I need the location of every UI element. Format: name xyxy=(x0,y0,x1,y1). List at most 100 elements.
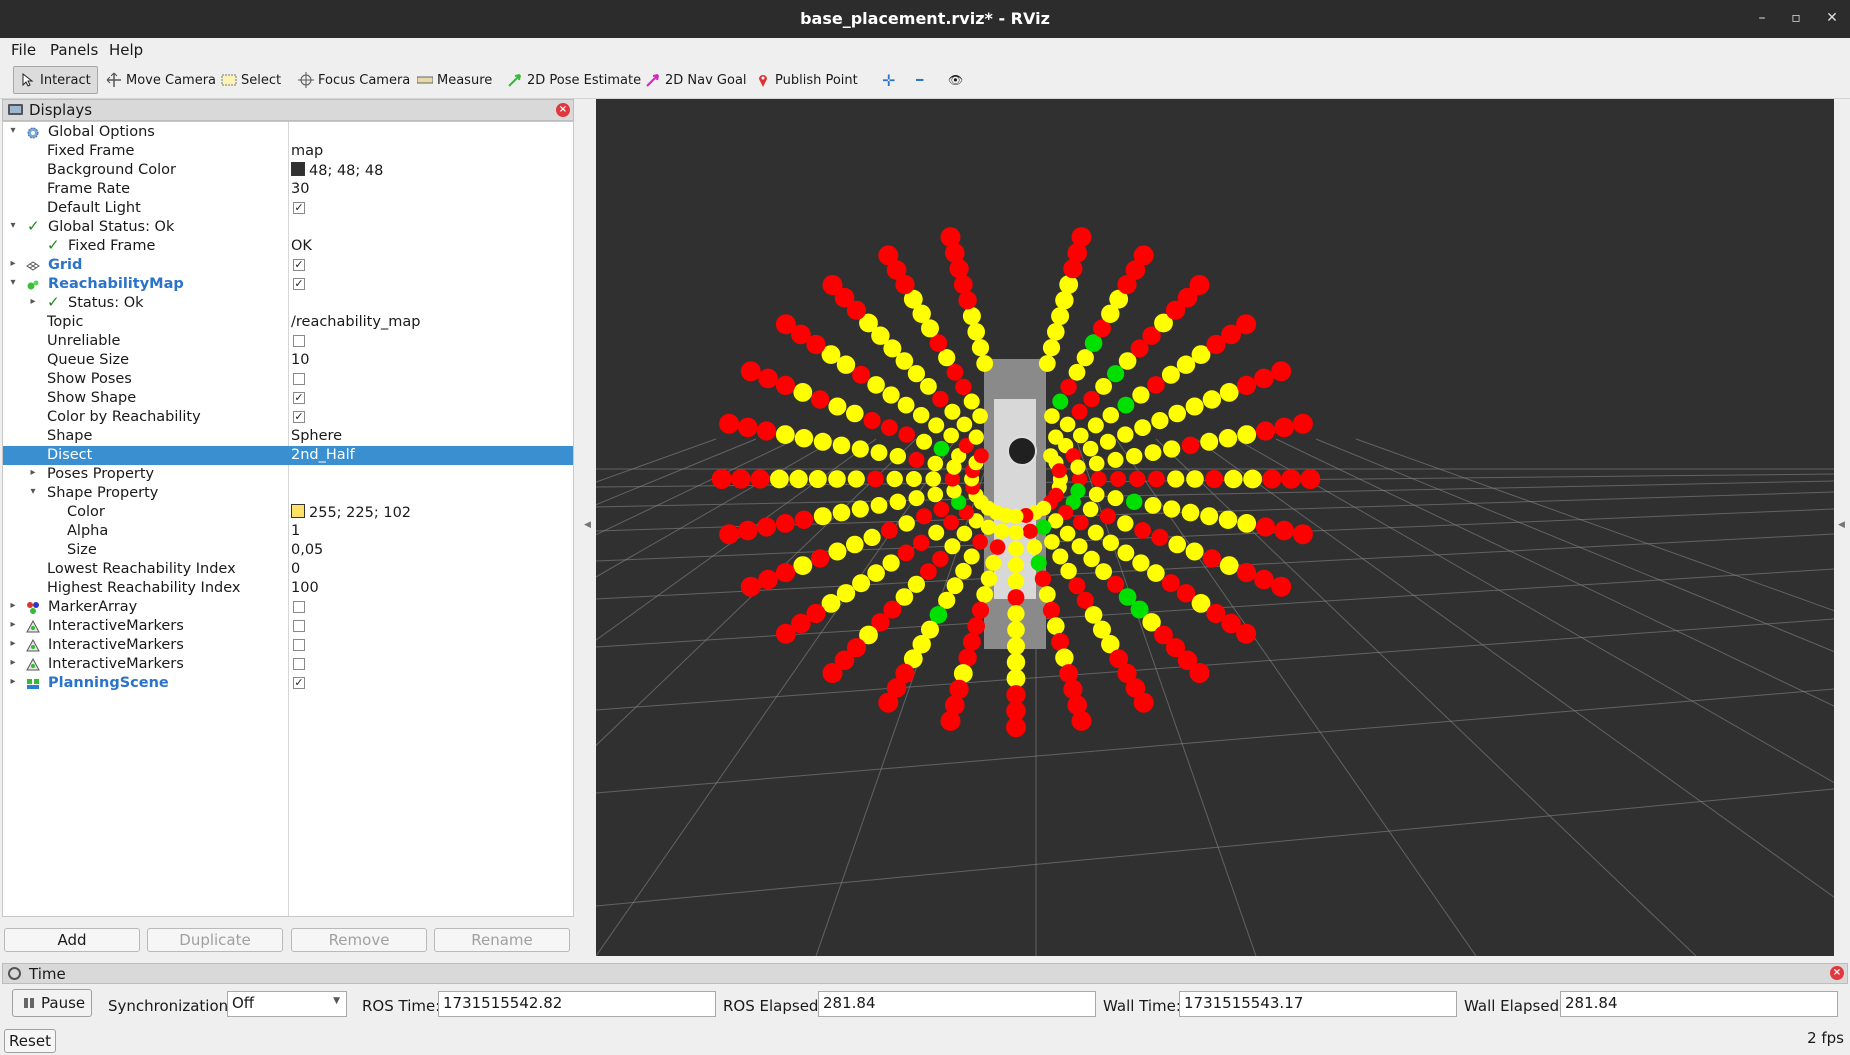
frame-rate-value[interactable]: 30 xyxy=(291,181,309,197)
tree-row-alpha[interactable]: Alpha 1 xyxy=(3,522,573,541)
unreliable-checkbox[interactable] xyxy=(293,335,305,347)
expand-down-icon[interactable]: ▾ xyxy=(7,277,19,288)
tree-row-background-color[interactable]: Background Color 48; 48; 48 xyxy=(3,161,573,180)
close-displays-icon[interactable]: × xyxy=(556,103,570,117)
tree-row-disect[interactable]: Disect 2nd_Half xyxy=(3,446,573,465)
interactive-markers-checkbox[interactable] xyxy=(293,639,305,651)
minimize-button[interactable]: – xyxy=(1752,10,1772,26)
tree-row-poses-property[interactable]: ▸ Poses Property xyxy=(3,465,573,484)
tree-row-planning-scene[interactable]: ▸ PlanningScene ✓ xyxy=(3,674,573,693)
color-by-reachability-checkbox[interactable]: ✓ xyxy=(293,411,305,423)
tree-row-interactive-markers-1[interactable]: ▸ InteractiveMarkers xyxy=(3,617,573,636)
tree-row-color[interactable]: Color 255; 225; 102 xyxy=(3,503,573,522)
tree-row-show-shape[interactable]: Show Shape ✓ xyxy=(3,389,573,408)
tree-row-lowest-reachability[interactable]: Lowest Reachability Index 0 xyxy=(3,560,573,579)
nav-goal-tool-button[interactable]: 2D Nav Goal xyxy=(639,66,753,94)
tree-row-status-fixed-frame[interactable]: ✓ Fixed Frame OK xyxy=(3,236,573,256)
expand-right-icon[interactable]: ▸ xyxy=(27,296,39,307)
add-display-button[interactable]: Add xyxy=(4,928,140,952)
tree-row-fixed-frame[interactable]: Fixed Frame map xyxy=(3,142,573,161)
interactive-markers-checkbox[interactable] xyxy=(293,658,305,670)
wall-time-field[interactable]: 1731515543.17 xyxy=(1179,991,1457,1017)
tree-row-topic[interactable]: Topic /reachability_map xyxy=(3,313,573,332)
ros-time-field[interactable]: 1731515542.82 xyxy=(438,991,716,1017)
tree-row-queue-size[interactable]: Queue Size 10 xyxy=(3,351,573,370)
tree-row-size[interactable]: Size 0,05 xyxy=(3,541,573,560)
marker-array-checkbox[interactable] xyxy=(293,601,305,613)
expand-right-icon[interactable]: ▸ xyxy=(7,676,19,687)
reachability-map-checkbox[interactable]: ✓ xyxy=(293,278,305,290)
expand-right-icon[interactable]: ▸ xyxy=(7,638,19,649)
tree-row-default-light[interactable]: Default Light ✓ xyxy=(3,199,573,218)
highest-value[interactable]: 100 xyxy=(291,580,319,596)
color-value[interactable]: 255; 225; 102 xyxy=(291,504,411,521)
shape-value[interactable]: Sphere xyxy=(291,428,342,444)
close-window-button[interactable]: ✕ xyxy=(1822,10,1842,26)
collapse-right-icon[interactable]: ◀ xyxy=(1838,520,1845,530)
tree-row-global-options[interactable]: ▾ Global Options xyxy=(3,123,573,142)
expand-right-icon[interactable]: ▸ xyxy=(7,657,19,668)
lowest-value[interactable]: 0 xyxy=(291,561,300,577)
expand-down-icon[interactable]: ▾ xyxy=(7,125,19,136)
3d-render-viewport[interactable] xyxy=(596,99,1834,956)
tree-row-highest-reachability[interactable]: Highest Reachability Index 100 xyxy=(3,579,573,598)
tree-row-grid[interactable]: ▸ Grid ✓ xyxy=(3,256,573,275)
tree-row-reachability-map[interactable]: ▾ ReachabilityMap ✓ xyxy=(3,275,573,294)
tree-row-shape[interactable]: Shape Sphere xyxy=(3,427,573,446)
expand-right-icon[interactable]: ▸ xyxy=(27,467,39,478)
expand-right-icon[interactable]: ▸ xyxy=(7,619,19,630)
expand-right-icon[interactable]: ▸ xyxy=(7,258,19,269)
sync-select[interactable]: Off ▼ xyxy=(227,991,347,1017)
select-tool-button[interactable]: Select xyxy=(215,66,287,94)
expand-down-icon[interactable]: ▾ xyxy=(7,220,19,231)
menu-panels[interactable]: Panels xyxy=(50,41,98,59)
tree-row-show-poses[interactable]: Show Poses xyxy=(3,370,573,389)
wall-elapsed-field[interactable]: 281.84 xyxy=(1560,991,1838,1017)
interactive-markers-checkbox[interactable] xyxy=(293,620,305,632)
menu-file[interactable]: File xyxy=(11,41,36,59)
add-tool-button[interactable]: ✛ xyxy=(876,66,901,94)
size-value[interactable]: 0,05 xyxy=(291,542,323,558)
show-poses-checkbox[interactable] xyxy=(293,373,305,385)
disect-value[interactable]: 2nd_Half xyxy=(291,447,355,463)
tree-row-global-status[interactable]: ▾ ✓ Global Status: Ok xyxy=(3,217,573,237)
grid-checkbox[interactable]: ✓ xyxy=(293,259,305,271)
fixed-frame-value[interactable]: map xyxy=(291,143,323,159)
tree-row-shape-property[interactable]: ▾ Shape Property xyxy=(3,484,573,503)
eye-icon[interactable]: 👁 xyxy=(942,66,969,94)
tree-row-marker-array[interactable]: ▸ MarkerArray xyxy=(3,598,573,617)
menu-help[interactable]: Help xyxy=(109,41,143,59)
close-time-icon[interactable]: × xyxy=(1830,966,1844,980)
planning-scene-checkbox[interactable]: ✓ xyxy=(293,677,305,689)
remove-tool-button[interactable]: ━ xyxy=(910,66,929,94)
expand-down-icon[interactable]: ▾ xyxy=(27,486,39,497)
pause-button[interactable]: Pause xyxy=(12,989,92,1017)
ros-elapsed-field[interactable]: 281.84 xyxy=(818,991,1096,1017)
background-color-value[interactable]: 48; 48; 48 xyxy=(291,162,383,179)
reachability-sphere xyxy=(916,508,933,525)
tree-row-status-ok[interactable]: ▸ ✓ Status: Ok xyxy=(3,293,573,313)
maximize-button[interactable]: ▫ xyxy=(1786,10,1806,26)
tree-row-interactive-markers-3[interactable]: ▸ InteractiveMarkers xyxy=(3,655,573,674)
alpha-value[interactable]: 1 xyxy=(291,523,300,539)
queue-size-value[interactable]: 10 xyxy=(291,352,309,368)
remove-display-button[interactable]: Remove xyxy=(291,928,427,952)
rename-display-button[interactable]: Rename xyxy=(434,928,570,952)
tree-row-frame-rate[interactable]: Frame Rate 30 xyxy=(3,180,573,199)
topic-value[interactable]: /reachability_map xyxy=(291,314,420,330)
tree-row-interactive-markers-2[interactable]: ▸ InteractiveMarkers xyxy=(3,636,573,655)
move-camera-tool-button[interactable]: Move Camera xyxy=(100,66,222,94)
measure-tool-button[interactable]: Measure xyxy=(411,66,498,94)
publish-point-tool-button[interactable]: Publish Point xyxy=(749,66,864,94)
pose-estimate-tool-button[interactable]: 2D Pose Estimate xyxy=(501,66,647,94)
tree-row-unreliable[interactable]: Unreliable xyxy=(3,332,573,351)
interact-tool-button[interactable]: Interact xyxy=(13,66,98,94)
reset-button[interactable]: Reset xyxy=(4,1029,56,1053)
expand-right-icon[interactable]: ▸ xyxy=(7,600,19,611)
duplicate-display-button[interactable]: Duplicate xyxy=(147,928,283,952)
show-shape-checkbox[interactable]: ✓ xyxy=(293,392,305,404)
focus-camera-tool-button[interactable]: Focus Camera xyxy=(292,66,416,94)
collapse-left-icon[interactable]: ◀ xyxy=(584,520,591,530)
default-light-checkbox[interactable]: ✓ xyxy=(293,202,305,214)
tree-row-color-by-reachability[interactable]: Color by Reachability ✓ xyxy=(3,408,573,427)
